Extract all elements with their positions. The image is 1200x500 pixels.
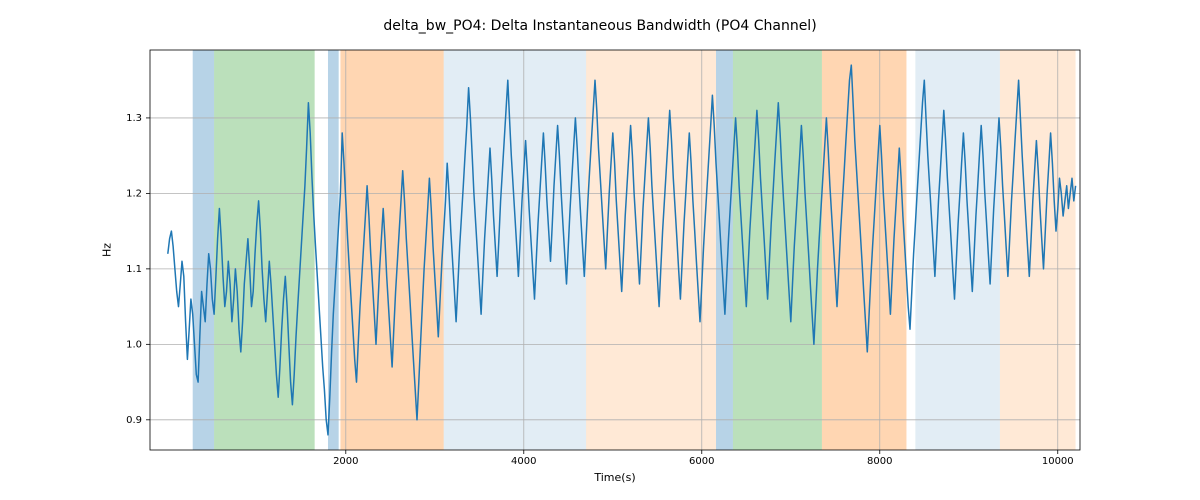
plot-svg: 200040006000800010000 0.91.01.11.21.3 [150,50,1080,450]
svg-text:4000: 4000 [511,456,536,467]
svg-text:1.0: 1.0 [126,339,142,350]
band [214,50,315,450]
x-axis-label: Time(s) [150,471,1080,484]
band [340,50,443,450]
svg-text:10000: 10000 [1042,456,1074,467]
band [915,50,1000,450]
band [716,50,733,450]
figure: delta_bw_PO4: Delta Instantaneous Bandwi… [0,0,1200,500]
y-axis-label: Hz [101,243,114,257]
svg-text:1.2: 1.2 [126,188,142,199]
y-ticks: 0.9 1.0 1.1 1.2 1.3 [126,113,150,426]
axes: 200040006000800010000 0.91.01.11.21.3 Hz… [150,50,1080,450]
svg-text:0.9: 0.9 [126,415,142,426]
band [193,50,214,450]
svg-text:6000: 6000 [689,456,714,467]
svg-text:1.3: 1.3 [126,113,142,124]
chart-title: delta_bw_PO4: Delta Instantaneous Bandwi… [0,18,1200,34]
band [1000,50,1076,450]
svg-text:2000: 2000 [333,456,358,467]
x-ticks: 2000 4000 6000 8000 10000 [333,450,1074,467]
svg-text:8000: 8000 [867,456,892,467]
svg-text:1.1: 1.1 [126,264,142,275]
band [586,50,716,450]
